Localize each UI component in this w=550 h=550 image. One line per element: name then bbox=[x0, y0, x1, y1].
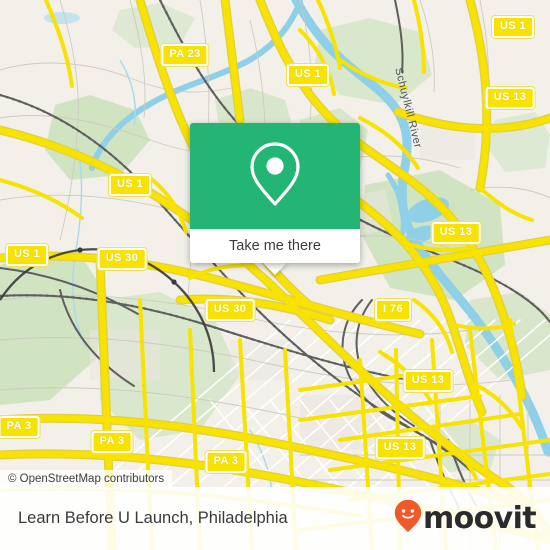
map-popup-tail bbox=[262, 262, 288, 275]
road-shield-us13-lower[interactable]: US 13 bbox=[402, 369, 454, 393]
road-shield-pa3-left[interactable]: PA 3 bbox=[0, 415, 41, 439]
road-shield-us30-left[interactable]: US 30 bbox=[96, 247, 148, 271]
map-screenshot: .mw { stroke:#f7e200; fill:none; stroke-… bbox=[0, 0, 550, 550]
road-shield-us1-mid[interactable]: US 1 bbox=[107, 173, 153, 197]
road-shield-pa23[interactable]: PA 23 bbox=[160, 43, 210, 67]
place-title: Learn Before U Launch, Philadelphia bbox=[18, 509, 288, 527]
road-shield-pa3-mid[interactable]: PA 3 bbox=[90, 430, 134, 454]
moovit-smiley-pin-icon bbox=[394, 499, 422, 538]
map-canvas[interactable]: .mw { stroke:#f7e200; fill:none; stroke-… bbox=[0, 0, 550, 550]
bottom-info-bar: Learn Before U Launch, Philadelphia moov… bbox=[0, 487, 550, 550]
road-shield-us13-top[interactable]: US 13 bbox=[484, 86, 536, 110]
map-pin-icon bbox=[248, 141, 302, 212]
map-popup-card[interactable]: Take me there bbox=[190, 123, 360, 263]
take-me-there-label: Take me there bbox=[229, 238, 321, 254]
moovit-wordmark: moovit bbox=[422, 500, 537, 536]
road-shield-us1-north[interactable]: US 1 bbox=[490, 15, 536, 39]
road-shield-us13-bottom[interactable]: US 13 bbox=[374, 436, 426, 460]
moovit-logo[interactable]: moovit bbox=[394, 499, 537, 538]
road-shield-us30-mid[interactable]: US 30 bbox=[204, 298, 256, 322]
road-shield-pa3-right[interactable]: PA 3 bbox=[204, 450, 248, 474]
road-shield-i76[interactable]: I 76 bbox=[374, 298, 412, 322]
road-shield-us1-left[interactable]: US 1 bbox=[4, 243, 50, 267]
take-me-there-button[interactable]: Take me there bbox=[190, 229, 360, 263]
road-shield-us1-top[interactable]: US 1 bbox=[285, 63, 331, 87]
map-popup-header bbox=[190, 123, 360, 229]
road-shield-us13-mid[interactable]: US 13 bbox=[430, 221, 482, 245]
